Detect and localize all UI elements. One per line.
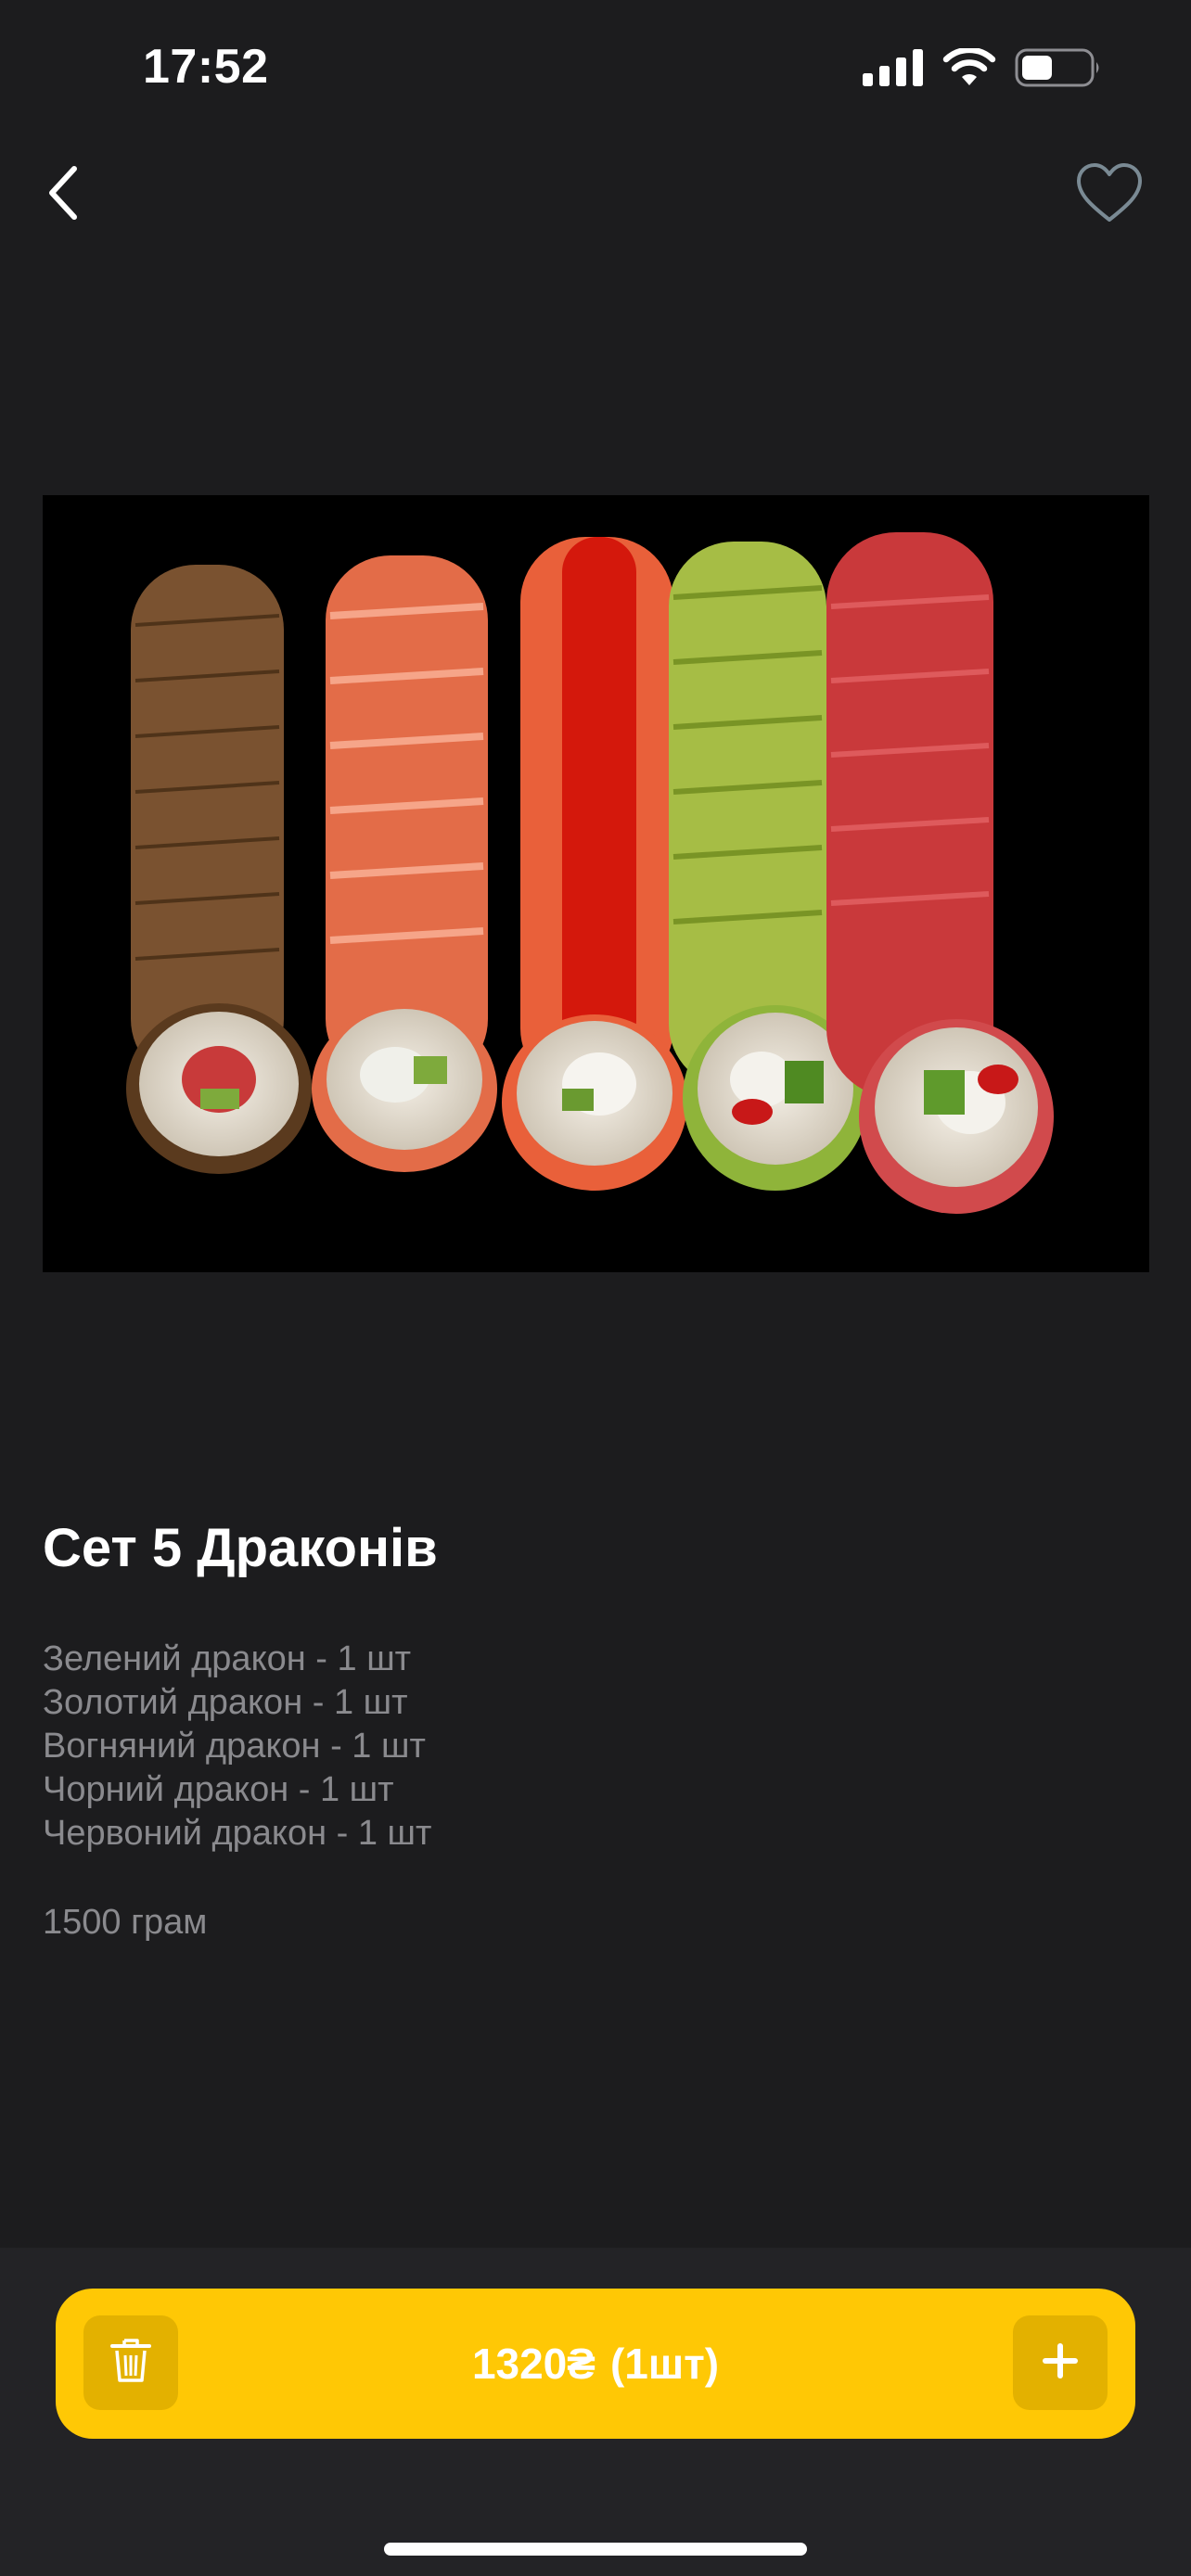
product-weight: 1500 грам [43, 1903, 208, 1942]
bottom-panel: 1320₴ (1шт) [0, 2248, 1191, 2576]
sushi-set-photo [43, 495, 1149, 1272]
trash-icon [110, 2338, 151, 2389]
wifi-icon [942, 46, 996, 92]
status-time: 17:52 [143, 40, 269, 94]
product-image [43, 495, 1149, 1272]
composition-list: Зелений дракон - 1 шт Золотий дракон - 1… [43, 1638, 431, 1855]
cart-summary: 1320₴ (1шт) [195, 2289, 996, 2439]
chevron-left-icon [45, 163, 82, 227]
heart-outline-icon [1075, 162, 1144, 228]
battery-icon [1015, 48, 1102, 92]
status-bar: 17:52 [0, 0, 1191, 139]
cellular-signal-icon [863, 48, 924, 91]
status-icons [863, 46, 1102, 92]
composition-item: Золотий дракон - 1 шт [43, 1683, 408, 1722]
home-indicator [384, 2543, 807, 2556]
composition-item: Зелений дракон - 1 шт [43, 1639, 412, 1678]
composition-item: Червоний дракон - 1 шт [43, 1814, 432, 1853]
composition-item: Вогняний дракон - 1 шт [43, 1727, 426, 1766]
cart-price: 1320₴ [471, 2340, 596, 2388]
add-to-cart-button[interactable] [1013, 2315, 1108, 2410]
cart-quantity: (1шт) [609, 2340, 720, 2388]
nav-bar [0, 139, 1191, 250]
favorite-button[interactable] [1065, 158, 1154, 232]
back-button[interactable] [26, 158, 100, 232]
composition-item: Чорний дракон - 1 шт [43, 1770, 394, 1809]
cart-bar[interactable]: 1320₴ (1шт) [56, 2289, 1135, 2439]
remove-from-cart-button[interactable] [83, 2315, 178, 2410]
product-title: Сет 5 Драконів [43, 1518, 438, 1578]
plus-icon [1042, 2342, 1079, 2384]
